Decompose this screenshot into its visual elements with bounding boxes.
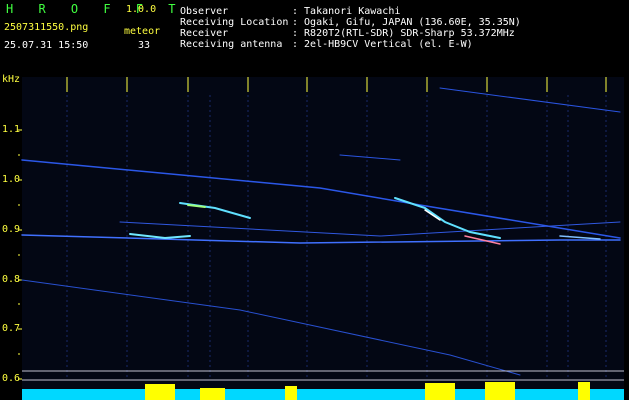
spectrogram-screen: H R O F F T 1.0.0 2507311550.png 25.07.3… xyxy=(0,0,629,400)
spectrogram-plot xyxy=(18,77,624,400)
